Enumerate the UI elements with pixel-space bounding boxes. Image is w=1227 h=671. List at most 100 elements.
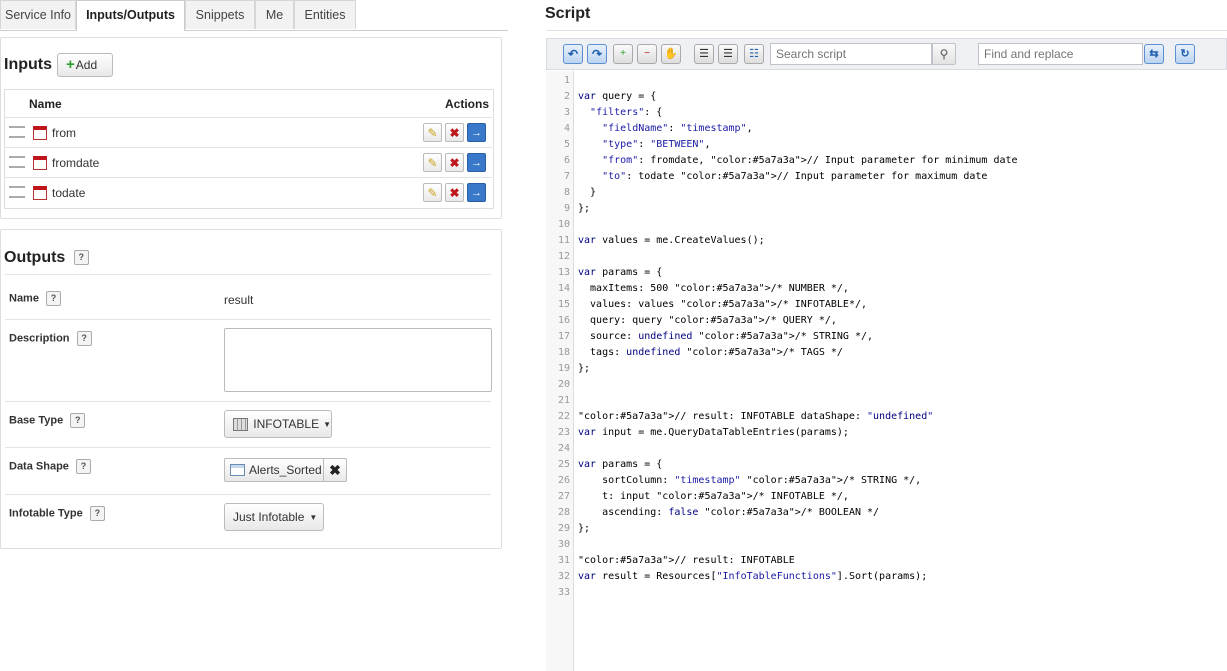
- help-icon[interactable]: ?: [46, 291, 62, 306]
- search-icon: ⚲: [939, 47, 949, 61]
- edit-input-button[interactable]: ✎: [423, 183, 442, 202]
- comment-add-icon: +: [620, 48, 626, 59]
- base-type-dropdown[interactable]: INFOTABLE ▼: [224, 410, 332, 438]
- output-name-label: Name ?: [9, 291, 62, 306]
- divider: [5, 401, 491, 402]
- indent-button[interactable]: ☰: [694, 44, 714, 64]
- tab-snippets[interactable]: Snippets: [185, 0, 255, 29]
- delete-input-button[interactable]: ✖: [445, 123, 464, 142]
- replace-all-button[interactable]: ↻: [1175, 44, 1195, 64]
- pencil-icon: ✎: [427, 185, 438, 200]
- output-description-field[interactable]: [224, 328, 492, 392]
- line-number: 17: [557, 331, 570, 342]
- inputs-title: Inputs: [4, 56, 52, 73]
- line-number: 14: [557, 283, 570, 294]
- drag-handle-icon[interactable]: [9, 186, 25, 198]
- replace-icon: ⇆: [1149, 48, 1159, 60]
- delete-icon: ✖: [449, 125, 460, 140]
- divider: [5, 274, 491, 275]
- drag-handle-icon[interactable]: [9, 126, 25, 138]
- help-icon[interactable]: ?: [75, 459, 91, 474]
- infotable-type-label: Infotable Type ?: [9, 506, 105, 521]
- line-number: 12: [557, 251, 570, 262]
- line-number: 2: [563, 91, 570, 102]
- base-type-label: Base Type ?: [9, 413, 86, 428]
- delete-input-button[interactable]: ✖: [445, 153, 464, 172]
- tab-entities[interactable]: Entities: [294, 0, 356, 29]
- clear-data-shape-button[interactable]: ✖: [323, 458, 347, 482]
- infotable-type-dropdown[interactable]: Just Infotable ▼: [224, 503, 324, 531]
- tab-bar: Service Info Inputs/Outputs Snippets Me …: [0, 0, 508, 31]
- remove-comment-button[interactable]: −: [637, 44, 657, 64]
- infotable-type-label-text: Infotable Type: [9, 507, 83, 520]
- find-replace-input[interactable]: [978, 43, 1143, 65]
- edit-input-button[interactable]: ✎: [423, 123, 442, 142]
- line-number: 29: [557, 523, 570, 534]
- divider: [546, 30, 1227, 31]
- search-button[interactable]: ⚲: [932, 43, 956, 65]
- goto-input-button[interactable]: →: [467, 123, 486, 142]
- infotable-icon: [233, 417, 249, 431]
- script-title: Script: [545, 5, 591, 22]
- line-number: 25: [557, 459, 570, 470]
- goto-input-button[interactable]: →: [467, 153, 486, 172]
- tab-inputs-outputs[interactable]: Inputs/Outputs: [76, 0, 185, 31]
- line-number: 4: [563, 123, 570, 134]
- undo-button[interactable]: ↶: [563, 44, 583, 64]
- line-number: 33: [557, 587, 570, 598]
- help-icon[interactable]: ?: [89, 506, 105, 521]
- line-number: 26: [557, 475, 570, 486]
- output-description-label: Description ?: [9, 331, 92, 346]
- close-icon: ✖: [329, 461, 341, 478]
- line-number: 27: [557, 491, 570, 502]
- line-number: 9: [563, 203, 570, 214]
- comment-remove-icon: −: [644, 48, 650, 59]
- arrow-right-icon: →: [471, 126, 482, 139]
- line-number: 18: [557, 347, 570, 358]
- line-number: 7: [563, 171, 570, 182]
- autoformat-button[interactable]: ☷: [744, 44, 764, 64]
- redo-button[interactable]: ↷: [587, 44, 607, 64]
- delete-icon: ✖: [449, 155, 460, 170]
- base-type-label-text: Base Type: [9, 414, 64, 427]
- goto-input-button[interactable]: →: [467, 183, 486, 202]
- line-number: 30: [557, 539, 570, 550]
- divider: [5, 494, 491, 495]
- line-number: 31: [557, 555, 570, 566]
- search-script-input[interactable]: [770, 43, 932, 65]
- divider: [5, 319, 491, 320]
- autoformat-icon: ☷: [749, 48, 759, 60]
- outdent-button[interactable]: ☰: [718, 44, 738, 64]
- help-icon[interactable]: ?: [73, 250, 89, 266]
- column-header-name: Name: [29, 97, 62, 111]
- input-row[interactable]: todate ✎ ✖ →: [4, 177, 492, 207]
- help-icon[interactable]: ?: [70, 413, 86, 428]
- line-number: 15: [557, 299, 570, 310]
- line-number: 1: [563, 75, 570, 86]
- calendar-icon: [33, 156, 47, 170]
- input-row[interactable]: from ✎ ✖ →: [4, 117, 492, 147]
- code-editor[interactable]: [574, 71, 1227, 671]
- tab-service-info[interactable]: Service Info: [0, 0, 76, 29]
- edit-input-button[interactable]: ✎: [423, 153, 442, 172]
- replace-button[interactable]: ⇆: [1144, 44, 1164, 64]
- outdent-icon: ☰: [723, 48, 733, 60]
- add-input-label: Add: [75, 58, 98, 72]
- infotable-type-value: Just Infotable: [233, 510, 305, 524]
- add-input-button[interactable]: + Add: [57, 53, 113, 77]
- base-type-value: INFOTABLE: [253, 417, 320, 431]
- add-comment-button[interactable]: +: [613, 44, 633, 64]
- output-name-value: result: [224, 293, 254, 307]
- help-icon[interactable]: ?: [76, 331, 92, 346]
- pencil-icon: ✎: [427, 155, 438, 170]
- data-shape-label: Data Shape ?: [9, 459, 91, 474]
- datashape-icon: [230, 464, 245, 476]
- format-button[interactable]: ✋: [661, 44, 681, 64]
- drag-handle-icon[interactable]: [9, 156, 25, 168]
- line-number: 11: [557, 235, 570, 246]
- input-name: from: [52, 126, 76, 140]
- input-row[interactable]: fromdate ✎ ✖ →: [4, 147, 492, 177]
- data-shape-selector[interactable]: Alerts_Sorted: [224, 458, 324, 482]
- tab-me[interactable]: Me: [255, 0, 294, 29]
- delete-input-button[interactable]: ✖: [445, 183, 464, 202]
